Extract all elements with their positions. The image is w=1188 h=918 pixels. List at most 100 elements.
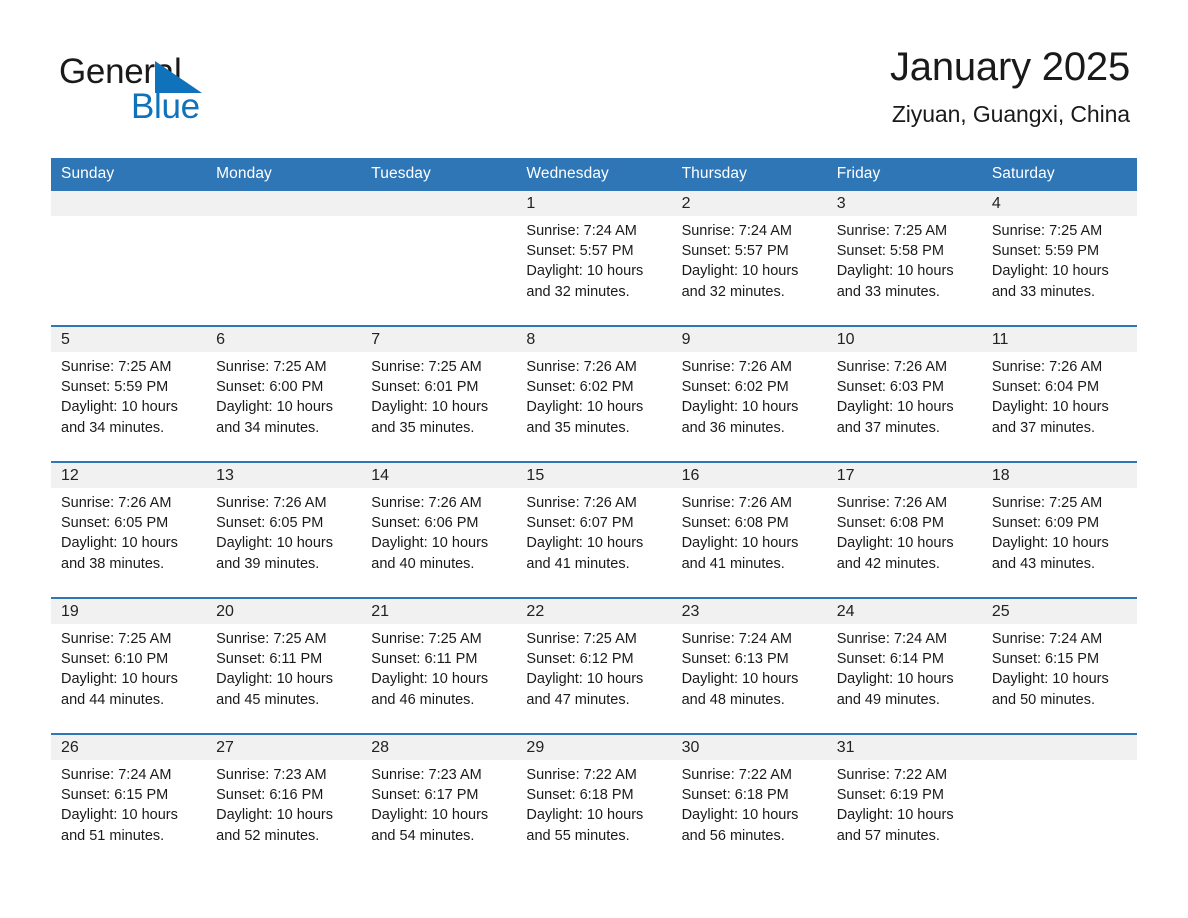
calendar-day-cell[interactable]: 16 Sunrise: 7:26 AM Sunset: 6:08 PM Dayligh… [671, 463, 827, 597]
daylight-text-line2: and 37 minutes. [991, 419, 1096, 436]
day-details: Sunrise: 7:26 AM Sunset: 6:05 PM Daylight:… [206, 488, 361, 574]
day-number: 24 [826, 599, 982, 624]
calendar-cell-empty [981, 735, 1137, 869]
calendar-day-cell[interactable]: 19 Sunrise: 7:25 AM Sunset: 6:10 PM Dayligh… [51, 599, 207, 733]
day-details: Sunrise: 7:26 AM Sunset: 6:04 PM Daylight:… [982, 352, 1137, 438]
daylight-text-line2: and 43 minutes. [991, 555, 1096, 572]
calendar-day-cell[interactable]: 9 Sunrise: 7:26 AM Sunset: 6:02 PM Daylight… [671, 327, 827, 461]
day-number: 19 [51, 599, 207, 624]
day-number: 26 [51, 735, 207, 760]
sunset-text: Sunset: 5:59 PM [61, 379, 169, 396]
calendar-week-row: 1 Sunrise: 7:24 AM Sunset: 5:57 PM Daylight… [51, 191, 1137, 326]
day-number: 8 [516, 327, 672, 352]
daylight-text-line1: Daylight: 10 hours [836, 807, 954, 824]
sunset-text: Sunset: 6:11 PM [216, 651, 323, 668]
daylight-text-line2: and 39 minutes. [216, 555, 320, 572]
calendar-day-cell[interactable]: 29 Sunrise: 7:22 AM Sunset: 6:18 PM Dayligh… [516, 735, 672, 869]
weekday-header-sunday: Sunday [51, 158, 207, 191]
day-number: 12 [51, 463, 207, 488]
day-number: 27 [206, 735, 362, 760]
weekday-header-saturday: Saturday [981, 158, 1137, 191]
calendar-day-cell[interactable]: 21 Sunrise: 7:25 AM Sunset: 6:11 PM Dayligh… [361, 599, 517, 733]
day-details: Sunrise: 7:25 AM Sunset: 6:11 PM Daylight:… [361, 624, 516, 710]
sunset-text: Sunset: 6:15 PM [61, 787, 169, 804]
calendar-day-cell[interactable]: 25 Sunrise: 7:24 AM Sunset: 6:15 PM Dayligh… [981, 599, 1137, 733]
calendar-cell-empty [361, 191, 517, 325]
daylight-text-line1: Daylight: 10 hours [991, 263, 1109, 280]
calendar-day-cell[interactable]: 2 Sunrise: 7:24 AM Sunset: 5:57 PM Daylight… [671, 191, 827, 325]
calendar-day-cell[interactable]: 3 Sunrise: 7:25 AM Sunset: 5:58 PM Daylight… [826, 191, 982, 325]
daylight-text-line2: and 34 minutes. [216, 419, 320, 436]
daylight-text-line2: and 44 minutes. [61, 691, 165, 708]
daylight-text-line1: Daylight: 10 hours [681, 671, 799, 688]
daylight-text-line2: and 35 minutes. [371, 419, 475, 436]
sunrise-text: Sunrise: 7:26 AM [526, 359, 637, 375]
calendar-day-cell[interactable]: 6 Sunrise: 7:25 AM Sunset: 6:00 PM Daylight… [206, 327, 362, 461]
day-number: 2 [671, 191, 827, 216]
sunset-text: Sunset: 6:02 PM [526, 379, 634, 396]
calendar-day-cell[interactable]: 28 Sunrise: 7:23 AM Sunset: 6:17 PM Dayligh… [361, 735, 517, 869]
daylight-text-line1: Daylight: 10 hours [61, 535, 178, 552]
daylight-text-line2: and 49 minutes. [836, 691, 940, 708]
calendar-day-cell[interactable]: 15 Sunrise: 7:26 AM Sunset: 6:07 PM Dayligh… [516, 463, 672, 597]
sunset-text: Sunset: 5:58 PM [836, 243, 944, 260]
daylight-text-line2: and 41 minutes. [681, 555, 785, 572]
daylight-text-line2: and 46 minutes. [371, 691, 475, 708]
calendar-day-cell[interactable]: 31 Sunrise: 7:22 AM Sunset: 6:19 PM Dayligh… [826, 735, 982, 869]
calendar-day-cell[interactable]: 20 Sunrise: 7:25 AM Sunset: 6:11 PM Dayligh… [206, 599, 362, 733]
page-header: General Blue January 2025 Ziyuan, Guangx… [0, 0, 1188, 128]
calendar-day-cell[interactable]: 30 Sunrise: 7:22 AM Sunset: 6:18 PM Dayligh… [671, 735, 827, 869]
calendar-day-cell[interactable]: 11 Sunrise: 7:26 AM Sunset: 6:04 PM Dayligh… [981, 327, 1137, 461]
sunrise-text: Sunrise: 7:26 AM [991, 359, 1103, 375]
calendar-day-cell[interactable]: 24 Sunrise: 7:24 AM Sunset: 6:14 PM Dayligh… [826, 599, 982, 733]
sunrise-text: Sunrise: 7:24 AM [681, 631, 792, 647]
daylight-text-line2: and 35 minutes. [526, 419, 630, 436]
daylight-text-line1: Daylight: 10 hours [681, 263, 799, 280]
day-number: 11 [981, 327, 1137, 352]
daylight-text-line2: and 56 minutes. [681, 827, 785, 844]
weekday-header-thursday: Thursday [671, 158, 827, 191]
calendar-day-cell[interactable]: 1 Sunrise: 7:24 AM Sunset: 5:57 PM Daylight… [516, 191, 672, 325]
sunrise-text: Sunrise: 7:25 AM [216, 631, 327, 647]
sunrise-text: Sunrise: 7:24 AM [526, 223, 637, 239]
day-number [206, 191, 362, 216]
generalblue-logo[interactable]: General Blue [59, 44, 249, 124]
sunset-text: Sunset: 6:19 PM [836, 787, 944, 804]
calendar-day-cell[interactable]: 7 Sunrise: 7:25 AM Sunset: 6:01 PM Daylight… [361, 327, 517, 461]
day-number [51, 191, 207, 216]
calendar-day-cell[interactable]: 26 Sunrise: 7:24 AM Sunset: 6:15 PM Dayligh… [51, 735, 207, 869]
calendar-day-cell[interactable]: 17 Sunrise: 7:26 AM Sunset: 6:08 PM Dayligh… [826, 463, 982, 597]
calendar-day-cell[interactable]: 23 Sunrise: 7:24 AM Sunset: 6:13 PM Dayligh… [671, 599, 827, 733]
day-number: 29 [516, 735, 672, 760]
day-number: 6 [206, 327, 362, 352]
calendar-day-cell[interactable]: 13 Sunrise: 7:26 AM Sunset: 6:05 PM Dayligh… [206, 463, 362, 597]
calendar-day-cell[interactable]: 12 Sunrise: 7:26 AM Sunset: 6:05 PM Dayligh… [51, 463, 207, 597]
calendar-week-row: 12 Sunrise: 7:26 AM Sunset: 6:05 PM Dayligh… [51, 461, 1137, 598]
day-number: 31 [826, 735, 982, 760]
sunrise-text: Sunrise: 7:25 AM [371, 359, 482, 375]
calendar-day-cell[interactable]: 22 Sunrise: 7:25 AM Sunset: 6:12 PM Dayligh… [516, 599, 672, 733]
daylight-text-line2: and 52 minutes. [216, 827, 320, 844]
daylight-text-line2: and 32 minutes. [526, 283, 630, 300]
calendar-day-cell[interactable]: 10 Sunrise: 7:26 AM Sunset: 6:03 PM Dayligh… [826, 327, 982, 461]
sunset-text: Sunset: 6:17 PM [371, 787, 479, 804]
sunrise-text: Sunrise: 7:25 AM [216, 359, 327, 375]
calendar-day-cell[interactable]: 4 Sunrise: 7:25 AM Sunset: 5:59 PM Daylight… [981, 191, 1137, 325]
daylight-text-line1: Daylight: 10 hours [526, 535, 644, 552]
daylight-text-line2: and 40 minutes. [371, 555, 475, 572]
daylight-text-line2: and 37 minutes. [836, 419, 940, 436]
day-number: 9 [671, 327, 827, 352]
sunrise-text: Sunrise: 7:25 AM [371, 631, 482, 647]
daylight-text-line2: and 38 minutes. [61, 555, 165, 572]
day-details: Sunrise: 7:26 AM Sunset: 6:08 PM Daylight:… [827, 488, 982, 574]
daylight-text-line1: Daylight: 10 hours [526, 263, 644, 280]
daylight-text-line1: Daylight: 10 hours [991, 671, 1109, 688]
calendar-day-cell[interactable]: 8 Sunrise: 7:26 AM Sunset: 6:02 PM Daylight… [516, 327, 672, 461]
calendar-day-cell[interactable]: 18 Sunrise: 7:25 AM Sunset: 6:09 PM Dayligh… [981, 463, 1137, 597]
calendar-day-cell[interactable]: 5 Sunrise: 7:25 AM Sunset: 5:59 PM Daylight… [51, 327, 207, 461]
day-details: Sunrise: 7:25 AM Sunset: 6:09 PM Daylight:… [982, 488, 1137, 574]
calendar-day-cell[interactable]: 14 Sunrise: 7:26 AM Sunset: 6:06 PM Dayligh… [361, 463, 517, 597]
calendar-day-cell[interactable]: 27 Sunrise: 7:23 AM Sunset: 6:16 PM Dayligh… [206, 735, 362, 869]
sunset-text: Sunset: 6:05 PM [216, 515, 324, 532]
daylight-text-line2: and 36 minutes. [681, 419, 785, 436]
